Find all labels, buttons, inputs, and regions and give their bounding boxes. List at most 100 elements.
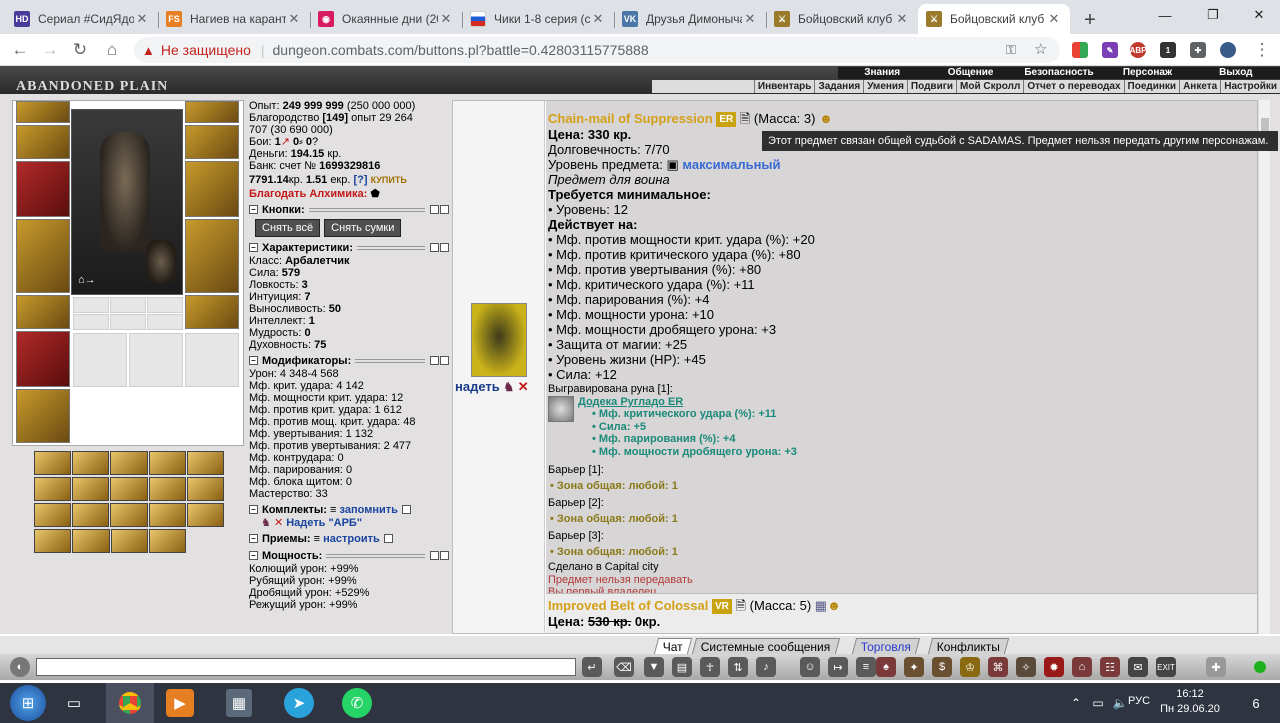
submenu-settings[interactable]: Настройки [1220, 80, 1280, 93]
rune-slot[interactable] [147, 314, 183, 330]
tab-system-messages[interactable]: Системные сообщения [691, 638, 840, 654]
effect-icon[interactable] [186, 451, 225, 475]
item2-doc-icon[interactable]: 🗎 [736, 598, 746, 613]
item2-bound-icon[interactable]: ☻ [827, 598, 841, 613]
section-toggle-icon[interactable] [430, 356, 439, 365]
collapse-icon[interactable]: – [249, 534, 258, 543]
section-toggle-icon[interactable] [440, 243, 449, 252]
submenu-feats[interactable]: Подвиги [906, 80, 956, 93]
star-icon[interactable]: ☆ [1034, 40, 1047, 58]
send-icon[interactable]: ↵ [582, 657, 602, 677]
quest-icon[interactable]: ✧ [1016, 657, 1036, 677]
start-button[interactable]: ⊞ [10, 685, 46, 721]
effect-icon[interactable] [186, 503, 225, 527]
collapse-icon[interactable]: – [249, 356, 258, 365]
rune-name-link[interactable]: Додека Ругладо ER [578, 396, 797, 409]
house-icon[interactable]: ⌂ [1072, 657, 1092, 677]
collapse-icon[interactable]: – [249, 505, 258, 514]
chat-mode-icon[interactable]: ≡ [856, 657, 876, 677]
effect-icon[interactable] [34, 477, 72, 501]
tricks-section-header[interactable]: – Приемы: ≡ настроить [249, 531, 449, 546]
effect-icon[interactable] [148, 477, 186, 501]
close-icon[interactable]: ✕ [894, 11, 910, 27]
back-icon[interactable]: ← [8, 38, 32, 62]
set-wear-link[interactable]: Надеть "АРБ" [286, 517, 362, 529]
menu-security[interactable]: Безопасность [1015, 67, 1103, 79]
submenu-my-scroll[interactable]: Мой Скролл [956, 80, 1023, 93]
bound-fate-icon[interactable]: ☻ [819, 111, 833, 126]
tab-trade[interactable]: Торговля [851, 638, 921, 654]
ring-slot[interactable] [147, 297, 183, 313]
alchemist-blessing-icon[interactable]: ⬟ [370, 188, 380, 200]
crown-icon[interactable]: ♔ [960, 657, 980, 677]
item-list-scrollbar[interactable] [1258, 100, 1270, 634]
item2-name-link[interactable]: Improved Belt of Colossal [548, 598, 708, 613]
task-view-icon[interactable]: ▭ [58, 687, 90, 719]
buttons-section-header[interactable]: – Кнопки: [249, 202, 449, 217]
eraser-icon[interactable]: ⌫ [614, 657, 634, 677]
puzzle-icon[interactable]: ✚ [1206, 657, 1226, 677]
power-section-header[interactable]: – Мощность: [249, 548, 449, 563]
shield-slot[interactable] [185, 219, 239, 293]
wear-slot-icon[interactable]: ♞ [503, 380, 514, 394]
filter-icon[interactable]: ▼ [644, 657, 664, 677]
ring-slot[interactable] [73, 297, 109, 313]
remove-all-button[interactable]: Снять всё [255, 219, 321, 237]
close-icon[interactable]: ✕ [134, 11, 150, 27]
bank-help-link[interactable]: [?] [353, 174, 367, 186]
translit-icon[interactable]: ↦ [828, 657, 848, 677]
battle-icon[interactable]: ✹ [1044, 657, 1064, 677]
close-window-icon[interactable]: ✕ [1236, 0, 1280, 30]
empty-slot[interactable] [185, 333, 239, 387]
browser-tab[interactable]: FS Нагиев на каранти…✕ [158, 4, 310, 34]
exit-icon[interactable]: EXIT [1156, 657, 1176, 677]
effect-icon[interactable] [34, 451, 72, 475]
speaker-icon[interactable]: ♪ [756, 657, 776, 677]
item2-gift-icon[interactable]: ▦ [815, 598, 827, 613]
extensions-puzzle-icon[interactable]: ✚ [1190, 42, 1206, 58]
extension-box-icon[interactable]: 1 [1160, 42, 1176, 58]
extension-apps-icon[interactable] [1072, 42, 1088, 58]
section-toggle-icon[interactable] [430, 551, 439, 560]
address-bar[interactable]: ▲ Не защищено | dungeon.combats.com/butt… [134, 37, 1060, 63]
chat-menu-icon[interactable]: ◐ [10, 657, 30, 677]
tricks-setup-link[interactable]: настроить [323, 533, 380, 545]
maximize-icon[interactable]: ❐ [1190, 0, 1236, 30]
chat-bubble-icon[interactable]: ✉ [1128, 657, 1148, 677]
reload-icon[interactable]: ↻ [68, 38, 92, 62]
set-equip-icon[interactable]: ♞ [261, 517, 271, 529]
effect-icon[interactable] [110, 503, 148, 527]
helmet-slot[interactable] [16, 101, 70, 123]
menu-knowledge[interactable]: Знания [838, 67, 926, 79]
submenu-inventory[interactable]: Инвентарь [753, 80, 815, 93]
amulet-slot[interactable] [185, 125, 239, 159]
legs-slot[interactable] [16, 389, 70, 443]
section-toggle-icon[interactable] [430, 205, 439, 214]
belt-slot[interactable] [16, 295, 70, 329]
modifiers-section-header[interactable]: – Модификаторы: [249, 353, 449, 368]
chainmail-item-image[interactable] [471, 303, 527, 377]
wear-item-link[interactable]: надеть [455, 379, 500, 394]
set-delete-icon[interactable]: ✕ [274, 517, 283, 529]
empty-slot[interactable] [73, 333, 127, 387]
sets-section-header[interactable]: – Комплекты: ≡ запомнить [249, 502, 449, 517]
browser-tab[interactable]: ◉ Окаянные дни (20…✕ [310, 4, 462, 34]
sets-remember-link[interactable]: запомнить [340, 504, 398, 516]
item-doc-icon[interactable]: 🗎 [740, 111, 750, 126]
close-icon[interactable]: ✕ [438, 11, 454, 27]
menu-dots-icon[interactable]: ⋮ [1250, 38, 1274, 62]
tab-conflicts[interactable]: Конфликты [927, 638, 1010, 654]
submenu-transfers[interactable]: Отчет о переводах [1023, 80, 1123, 93]
profile-avatar[interactable] [1220, 42, 1236, 58]
effect-icon[interactable] [72, 529, 110, 553]
section-toggle-icon[interactable] [440, 551, 449, 560]
character-avatar[interactable]: ⌂→ [71, 109, 183, 295]
effect-icon[interactable] [148, 451, 186, 475]
rune-icon[interactable] [548, 395, 574, 422]
calculator-icon[interactable]: ▦ [226, 689, 252, 717]
effect-icon[interactable] [72, 503, 110, 527]
effect-icon[interactable] [110, 451, 148, 475]
collapse-icon[interactable]: – [249, 205, 258, 214]
browser-tab[interactable]: ⚔ Бойцовский клуб… ✕ [766, 4, 918, 34]
section-toggle-icon[interactable] [440, 205, 449, 214]
